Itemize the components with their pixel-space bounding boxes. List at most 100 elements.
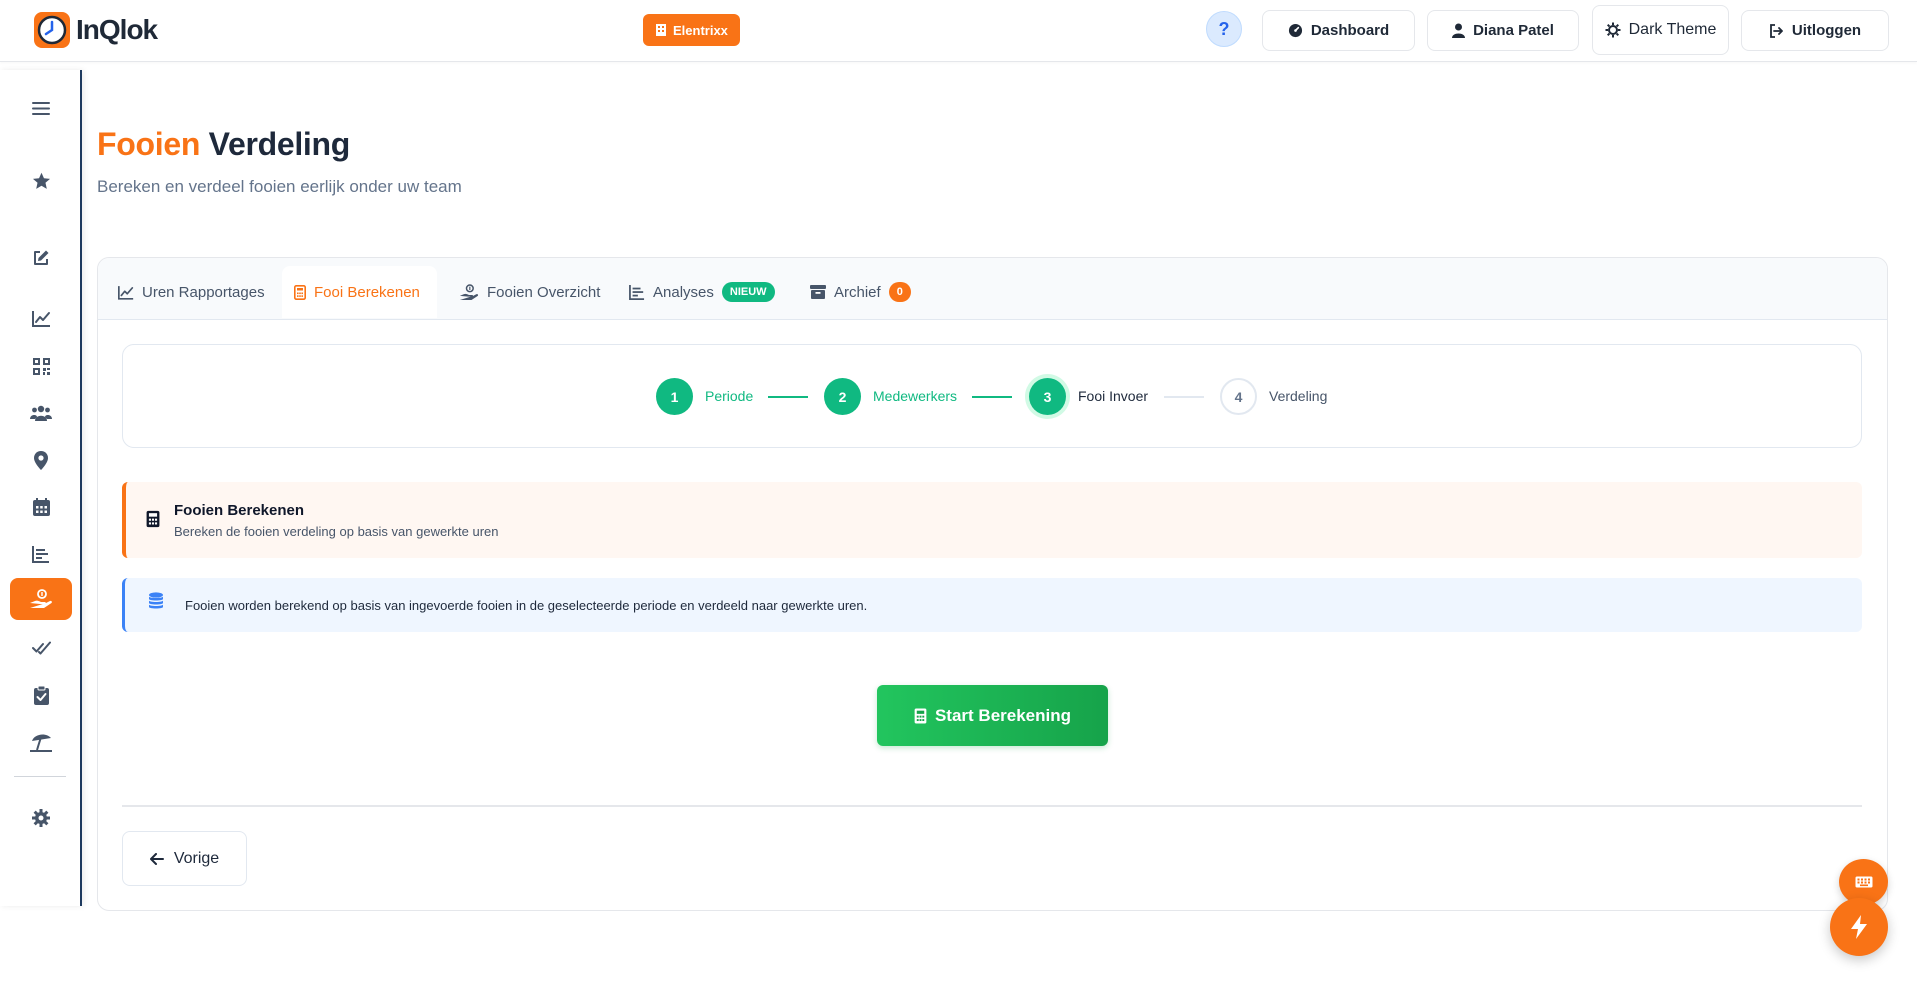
sidebar-item-favorites[interactable] — [10, 160, 72, 202]
section-description: Bereken de fooien verdeling op basis van… — [174, 524, 499, 539]
arrow-left-icon — [149, 852, 164, 865]
page-title-accent: Fooien — [97, 126, 201, 162]
tab-hours-reports[interactable]: Uren Rapportages — [106, 266, 277, 318]
help-button[interactable]: ? — [1206, 11, 1242, 47]
sidebar-item-reports[interactable] — [10, 297, 72, 339]
sidebar — [0, 70, 82, 906]
page-title: Fooien Verdeling — [97, 126, 350, 163]
user-menu-button[interactable]: Diana Patel — [1427, 10, 1579, 51]
sidebar-item-settings[interactable] — [10, 797, 72, 839]
gear-icon — [32, 809, 50, 827]
user-name: Diana Patel — [1473, 22, 1554, 39]
sidebar-item-leave[interactable] — [10, 721, 72, 763]
logout-label: Uitloggen — [1791, 22, 1862, 39]
location-pin-icon — [34, 450, 48, 470]
step-2-label: Medewerkers — [873, 388, 958, 404]
step-connector — [1164, 396, 1204, 398]
coins-icon — [149, 592, 163, 609]
star-icon — [32, 172, 50, 189]
tab-archive[interactable]: Archief 0 — [798, 266, 923, 318]
sidebar-item-qrcode[interactable] — [10, 345, 72, 387]
clock-logo-icon — [34, 12, 70, 48]
hand-coins-icon — [30, 589, 52, 608]
step-4-circle[interactable]: 4 — [1220, 378, 1257, 415]
company-name: Elentrixx — [673, 22, 728, 38]
step-1-circle[interactable]: 1 — [656, 378, 693, 415]
sidebar-item-tips[interactable] — [10, 578, 72, 620]
calculator-icon — [146, 510, 160, 528]
sidebar-item-team[interactable] — [10, 392, 72, 434]
step-1-label: Periode — [705, 388, 754, 404]
bar-chart-icon — [629, 284, 645, 300]
section-header: Fooien Berekenen Bereken de fooien verde… — [122, 482, 1862, 558]
tab-label: Analyses — [653, 283, 714, 301]
logout-icon — [1770, 23, 1783, 38]
start-calculation-button[interactable]: Start Berekening — [877, 685, 1108, 746]
logout-button[interactable]: Uitloggen — [1741, 10, 1889, 51]
sidebar-item-calendar[interactable] — [10, 486, 72, 528]
keyboard-icon — [1855, 876, 1872, 888]
beach-umbrella-icon — [30, 733, 52, 752]
archive-icon — [810, 285, 826, 299]
step-4-label: Verdeling — [1269, 388, 1328, 404]
logo-text: InQlok — [76, 14, 158, 45]
user-icon — [1452, 23, 1466, 38]
bar-chart-icon — [32, 545, 49, 563]
quick-actions-button[interactable] — [1830, 898, 1888, 956]
step-connector — [768, 396, 808, 398]
sidebar-item-locations[interactable] — [10, 439, 72, 481]
info-alert: Fooien worden berekend op basis van inge… — [122, 578, 1862, 632]
tab-label: Uren Rapportages — [142, 283, 265, 301]
tab-calculate-tips[interactable]: Fooi Berekenen — [282, 266, 437, 318]
top-bar: InQlok Elentrixx ? Dashboard Diana Patel… — [0, 0, 1917, 62]
tab-bar: Uren Rapportages Fooi Berekenen Fooien O… — [98, 258, 1887, 320]
company-badge[interactable]: Elentrixx — [643, 14, 740, 46]
previous-button[interactable]: Vorige — [122, 831, 247, 886]
sidebar-item-tasks[interactable] — [10, 674, 72, 716]
footer-divider — [122, 805, 1862, 807]
new-badge: NIEUW — [721, 282, 775, 302]
tab-label: Archief — [834, 283, 881, 301]
sidebar-divider — [14, 776, 66, 777]
chart-line-icon — [118, 285, 134, 300]
step-connector — [972, 396, 1012, 398]
gauge-icon — [1288, 23, 1302, 38]
hand-coins-icon — [459, 283, 479, 300]
clipboard-check-icon — [33, 685, 49, 705]
tab-label: Fooien Overzicht — [487, 283, 601, 301]
sidebar-item-analytics[interactable] — [10, 533, 72, 575]
sidebar-item-approvals[interactable] — [10, 627, 72, 669]
menu-icon — [32, 101, 50, 115]
app-logo[interactable]: InQlok — [32, 10, 158, 50]
dashboard-button[interactable]: Dashboard — [1262, 10, 1415, 51]
help-icon: ? — [1218, 18, 1230, 39]
progress-stepper: 1 Periode 2 Medewerkers 3 Fooi Invoer 4 … — [122, 344, 1862, 448]
tab-analyses[interactable]: Analyses NIEUW — [617, 266, 787, 318]
sidebar-menu-toggle[interactable] — [10, 87, 72, 129]
sidebar-item-edit[interactable] — [10, 237, 72, 279]
step-2-circle[interactable]: 2 — [824, 378, 861, 415]
qrcode-icon — [32, 357, 50, 375]
sun-gear-icon — [1605, 22, 1621, 38]
section-title: Fooien Berekenen — [174, 502, 305, 519]
step-3-label: Fooi Invoer — [1078, 388, 1149, 404]
start-calculation-label: Start Berekening — [934, 705, 1072, 725]
page-subtitle: Bereken en verdeel fooien eerlijk onder … — [97, 177, 462, 196]
lightning-icon — [1851, 915, 1867, 939]
page-title-rest: Verdeling — [200, 126, 351, 162]
chart-line-icon — [31, 310, 50, 327]
tab-tips-overview[interactable]: Fooien Overzicht — [447, 266, 612, 318]
step-3-circle[interactable]: 3 — [1029, 378, 1066, 415]
edit-icon — [34, 250, 49, 265]
tab-label: Fooi Berekenen — [314, 283, 420, 301]
building-icon — [656, 24, 666, 36]
dashboard-label: Dashboard — [1310, 22, 1390, 39]
previous-label: Vorige — [173, 849, 220, 867]
double-check-icon — [31, 641, 51, 655]
archive-count-badge: 0 — [888, 282, 911, 302]
theme-toggle-button[interactable]: Dark Theme — [1592, 5, 1729, 55]
calendar-icon — [32, 498, 50, 516]
calculator-icon — [914, 708, 927, 723]
info-text: Fooien worden berekend op basis van inge… — [185, 598, 868, 613]
calculator-icon — [294, 284, 306, 300]
